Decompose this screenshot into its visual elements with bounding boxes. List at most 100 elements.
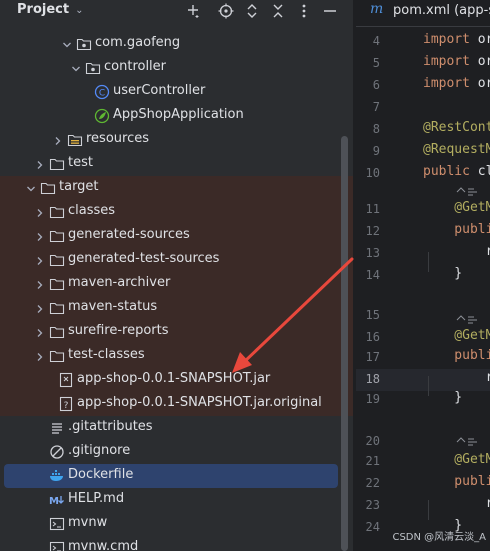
tree-item[interactable]: generated-test-sources [0, 248, 353, 272]
line-number: 11 [365, 202, 380, 216]
tree-item[interactable]: M HELP.md [0, 488, 353, 512]
line-number: 10 [365, 166, 380, 180]
tree-item[interactable]: ? app-shop-0.0.1-SNAPSHOT.jar.original [0, 392, 353, 416]
code-token: import [423, 54, 478, 69]
line-number: 7 [372, 100, 380, 114]
hide-panel-icon[interactable] [319, 0, 341, 22]
chevron-right-icon[interactable] [35, 159, 45, 169]
svg-text:M: M [49, 496, 59, 507]
maven-file-icon: m [370, 1, 384, 17]
package-folder-icon [85, 60, 101, 76]
svg-text:?: ? [64, 401, 69, 411]
code-line: publi [423, 222, 490, 237]
code-line: r [423, 496, 490, 511]
tree-item-label: app-shop-0.0.1-SNAPSHOT.jar.original [77, 395, 322, 410]
tree-item[interactable]: mvnw.cmd [0, 536, 353, 551]
tree-item[interactable]: app-shop-0.0.1-SNAPSHOT.jar [0, 368, 353, 392]
tree-item[interactable]: target [0, 176, 353, 200]
tree-item[interactable]: controller [0, 56, 353, 80]
new-file-icon[interactable] [183, 0, 205, 22]
line-number: 24 [365, 520, 380, 534]
line-number: 19 [365, 392, 380, 406]
chevron-right-icon[interactable] [35, 255, 45, 265]
tree-item-label: mvnw.cmd [68, 539, 139, 551]
code-line: @GetM [423, 200, 490, 215]
tree-item-label: classes [68, 203, 116, 218]
project-panel-header: Project ⌄ [0, 0, 353, 24]
line-number: 14 [365, 268, 380, 282]
tree-item-label: target [59, 179, 99, 194]
tree-item-label: controller [104, 59, 167, 74]
line-number: 20 [365, 434, 380, 448]
tree-item[interactable]: com.gaofeng [0, 32, 353, 56]
tree-item[interactable]: test [0, 152, 353, 176]
editor-tab-pom-xml[interactable]: m pom.xml (app-sh [356, 0, 490, 24]
code-line: @RestCont [423, 120, 490, 135]
project-view-selector[interactable]: Project ⌄ [17, 2, 83, 17]
code-token: or [477, 32, 490, 47]
tree-item[interactable]: AppShopApplication [0, 104, 353, 128]
chevron-right-icon[interactable] [35, 207, 45, 217]
spring-boot-icon [94, 108, 110, 124]
collapse-all-icon[interactable] [267, 0, 289, 22]
chevron-right-icon[interactable] [35, 279, 45, 289]
code-token: or [477, 54, 490, 69]
chevron-down-icon[interactable] [26, 183, 36, 193]
resources-folder-icon [67, 132, 83, 148]
code-line: import or [423, 54, 490, 69]
code-token: r [423, 496, 490, 511]
chevron-right-icon[interactable] [35, 351, 45, 361]
tree-item[interactable]: resources [0, 128, 353, 152]
svg-text:C: C [99, 88, 105, 98]
tree-item-label: .gitignore [68, 443, 131, 458]
tree-item[interactable]: test-classes [0, 344, 353, 368]
code-token: publi [423, 222, 490, 237]
tree-item-label: AppShopApplication [113, 107, 244, 122]
chevron-right-icon[interactable] [35, 303, 45, 313]
text-file-icon [49, 420, 65, 436]
panel-title: Project [17, 2, 70, 17]
java-class-icon: C [94, 84, 110, 100]
tree-item-label: maven-archiver [68, 275, 171, 290]
tree-item[interactable]: Dockerfile [4, 464, 338, 488]
chevron-down-icon: ⌄ [75, 5, 84, 16]
tree-item[interactable]: maven-status [0, 296, 353, 320]
chevron-right-icon[interactable] [35, 231, 45, 241]
tree-item[interactable]: mvnw [0, 512, 353, 536]
chevron-right-icon[interactable] [53, 135, 63, 145]
tree-item-label: Dockerfile [68, 467, 134, 482]
tree-item[interactable]: .gitattributes [0, 416, 353, 440]
chevron-right-icon[interactable] [35, 327, 45, 337]
code-line: publi [423, 474, 490, 489]
code-token: or [477, 76, 490, 91]
options-menu-icon[interactable] [293, 0, 315, 22]
line-number: 13 [365, 246, 380, 260]
tree-scrollbar[interactable] [341, 136, 348, 551]
folder-icon [49, 156, 65, 172]
tree-item-label: surefire-reports [68, 323, 169, 338]
code-line: import or [423, 32, 490, 47]
tree-item-label: com.gaofeng [95, 35, 181, 50]
tree-item[interactable]: generated-sources [0, 224, 353, 248]
expand-all-icon[interactable] [241, 0, 263, 22]
chevron-down-icon[interactable] [71, 63, 81, 73]
tree-item-label: test [68, 155, 93, 170]
chevron-down-icon[interactable] [62, 39, 72, 49]
fold-marker-icon[interactable] [456, 186, 482, 198]
tree-item[interactable]: classes [0, 200, 353, 224]
locate-file-icon[interactable] [215, 0, 237, 22]
tree-item[interactable]: maven-archiver [0, 272, 353, 296]
code-token: publi [423, 474, 490, 489]
code-token: cl [477, 164, 490, 179]
fold-marker-icon[interactable] [456, 314, 482, 326]
tree-item[interactable]: surefire-reports [0, 320, 353, 344]
tree-item-label: generated-sources [68, 227, 190, 242]
code-line: } [423, 390, 462, 405]
tree-item-label: generated-test-sources [68, 251, 220, 266]
tree-item[interactable]: CuserController [0, 80, 353, 104]
code-token: } [423, 266, 463, 281]
tree-item[interactable]: .gitignore [0, 440, 353, 464]
fold-marker-icon[interactable] [456, 436, 482, 448]
line-number: 15 [365, 308, 380, 322]
tree-item-label: HELP.md [68, 491, 125, 506]
